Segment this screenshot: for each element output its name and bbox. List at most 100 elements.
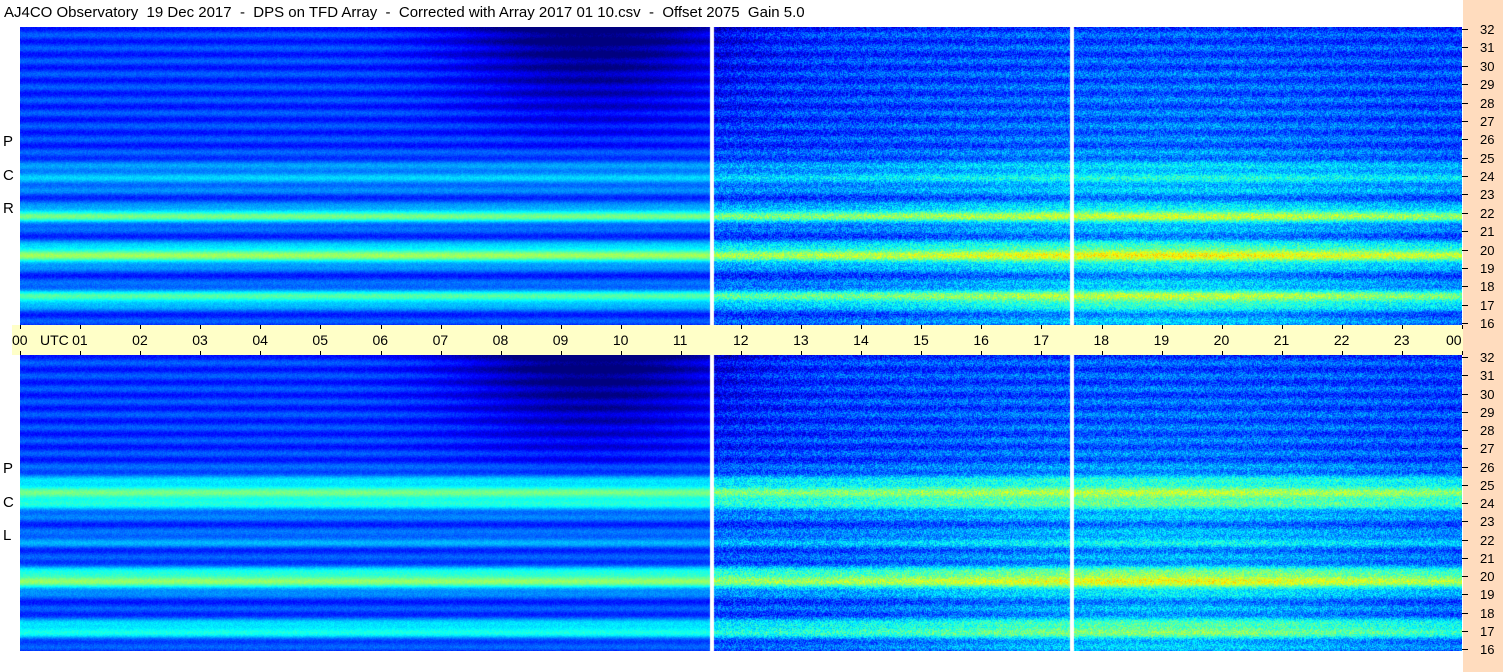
side-label-p2: L (3, 527, 12, 544)
frequency-tick (1462, 176, 1468, 177)
frequency-tick-label: 27 (1480, 113, 1495, 129)
chart-title: AJ4CO Observatory 19 Dec 2017 - DPS on T… (4, 4, 805, 21)
utc-tick-label: 19 (1153, 332, 1170, 348)
frequency-tick (1462, 47, 1468, 49)
utc-tick (80, 325, 82, 329)
frequency-tick (1462, 212, 1468, 214)
utc-tick (741, 351, 742, 355)
utc-tick (1101, 351, 1103, 355)
utc-tick (560, 351, 562, 355)
frequency-tick (1462, 557, 1468, 559)
frequency-tick (1462, 576, 1468, 577)
frequency-tick (1462, 157, 1468, 159)
frequency-tick-label: 17 (1480, 623, 1495, 639)
frequency-tick (1462, 249, 1468, 251)
utc-tick-label: 05 (312, 332, 328, 348)
frequency-tick-label: 32 (1480, 350, 1495, 365)
utc-tick (1281, 325, 1283, 329)
utc-tick (500, 325, 502, 329)
frequency-tick-label: 29 (1480, 77, 1495, 93)
frequency-tick (1462, 304, 1468, 306)
utc-tick (680, 351, 682, 355)
side-label-l: P (3, 460, 14, 477)
utc-tick-label: 10 (612, 332, 629, 348)
lcp-spectrogram-canvas (20, 355, 1462, 651)
frequency-tick (1462, 267, 1468, 269)
frequency-tick-label: 27 (1480, 441, 1495, 457)
frequency-tick-label: 29 (1480, 404, 1495, 420)
frequency-tick-label: 23 (1480, 514, 1495, 530)
frequency-tick (1462, 448, 1468, 450)
frequency-tick-label: 21 (1480, 224, 1495, 240)
rcp-spectrogram-canvas (20, 27, 1462, 325)
utc-tick-label: 08 (492, 332, 509, 348)
utc-tick (140, 351, 142, 355)
frequency-tick-label: 16 (1480, 316, 1495, 331)
utc-tick (560, 325, 562, 329)
utc-tick (1401, 351, 1403, 355)
utc-tick (20, 351, 21, 355)
utc-tick (680, 325, 682, 329)
frequency-tick-label: 25 (1480, 150, 1495, 166)
utc-tick (981, 325, 983, 329)
frequency-tick (1462, 649, 1468, 650)
utc-tick-label: 22 (1333, 332, 1350, 348)
utc-tick (1341, 351, 1343, 355)
utc-tick-label: 11 (672, 332, 688, 348)
side-label-c: C (3, 167, 14, 184)
utc-tick-label: 17 (1033, 332, 1049, 348)
frequency-tick-label: 20 (1480, 242, 1495, 258)
frequency-tick-label: 20 (1480, 569, 1495, 584)
utc-tick (1101, 325, 1103, 329)
utc-tick-label: 13 (793, 332, 809, 348)
utc-unit-label: UTC (40, 332, 69, 348)
utc-tick (20, 325, 21, 329)
utc-tick (1221, 325, 1223, 329)
frequency-tick (1462, 120, 1468, 122)
frequency-tick (1462, 357, 1468, 358)
utc-tick (440, 325, 442, 329)
utc-tick (200, 325, 202, 329)
utc-tick (320, 351, 322, 355)
frequency-tick-label: 16 (1480, 642, 1495, 657)
frequency-tick-label: 30 (1480, 386, 1495, 402)
utc-tick-label: 18 (1093, 332, 1110, 348)
utc-tick-label: 15 (913, 332, 929, 348)
side-label-p: R (3, 200, 14, 217)
frequency-tick (1462, 393, 1468, 395)
utc-tick (1401, 325, 1403, 329)
utc-tick (1221, 351, 1223, 355)
frequency-tick-label: 24 (1480, 496, 1495, 511)
utc-tick (80, 351, 82, 355)
frequency-tick (1462, 84, 1468, 86)
utc-tick-label: 16 (973, 332, 989, 348)
frequency-tick-label: 24 (1480, 169, 1495, 184)
frequency-tick (1462, 139, 1468, 141)
frequency-tick-label: 17 (1480, 297, 1495, 313)
utc-tick-label: 03 (192, 332, 208, 348)
frequency-tick (1462, 630, 1468, 632)
frequency-tick (1462, 484, 1468, 486)
side-label-c2: C (3, 494, 14, 511)
utc-tick (801, 325, 803, 329)
utc-tick-label: 07 (432, 332, 449, 348)
utc-tick (260, 351, 262, 355)
utc-tick (320, 325, 322, 329)
utc-tick (380, 325, 382, 329)
frequency-tick-label: 23 (1480, 187, 1495, 203)
utc-tick (260, 325, 262, 329)
frequency-tick (1462, 539, 1468, 541)
utc-tick-label: 01 (72, 332, 88, 348)
frequency-tick-label: 21 (1480, 550, 1495, 566)
frequency-tick-label: 18 (1480, 605, 1495, 621)
frequency-tick (1462, 231, 1468, 233)
frequency-tick (1462, 286, 1468, 288)
utc-tick-label: 02 (132, 332, 148, 348)
frequency-tick (1462, 194, 1468, 196)
frequency-tick-label: 22 (1480, 532, 1495, 548)
utc-tick (1161, 351, 1163, 355)
utc-tick (801, 351, 803, 355)
utc-tick-label: 14 (853, 332, 869, 348)
frequency-tick (1462, 503, 1468, 504)
utc-tick-label: 06 (372, 332, 389, 348)
